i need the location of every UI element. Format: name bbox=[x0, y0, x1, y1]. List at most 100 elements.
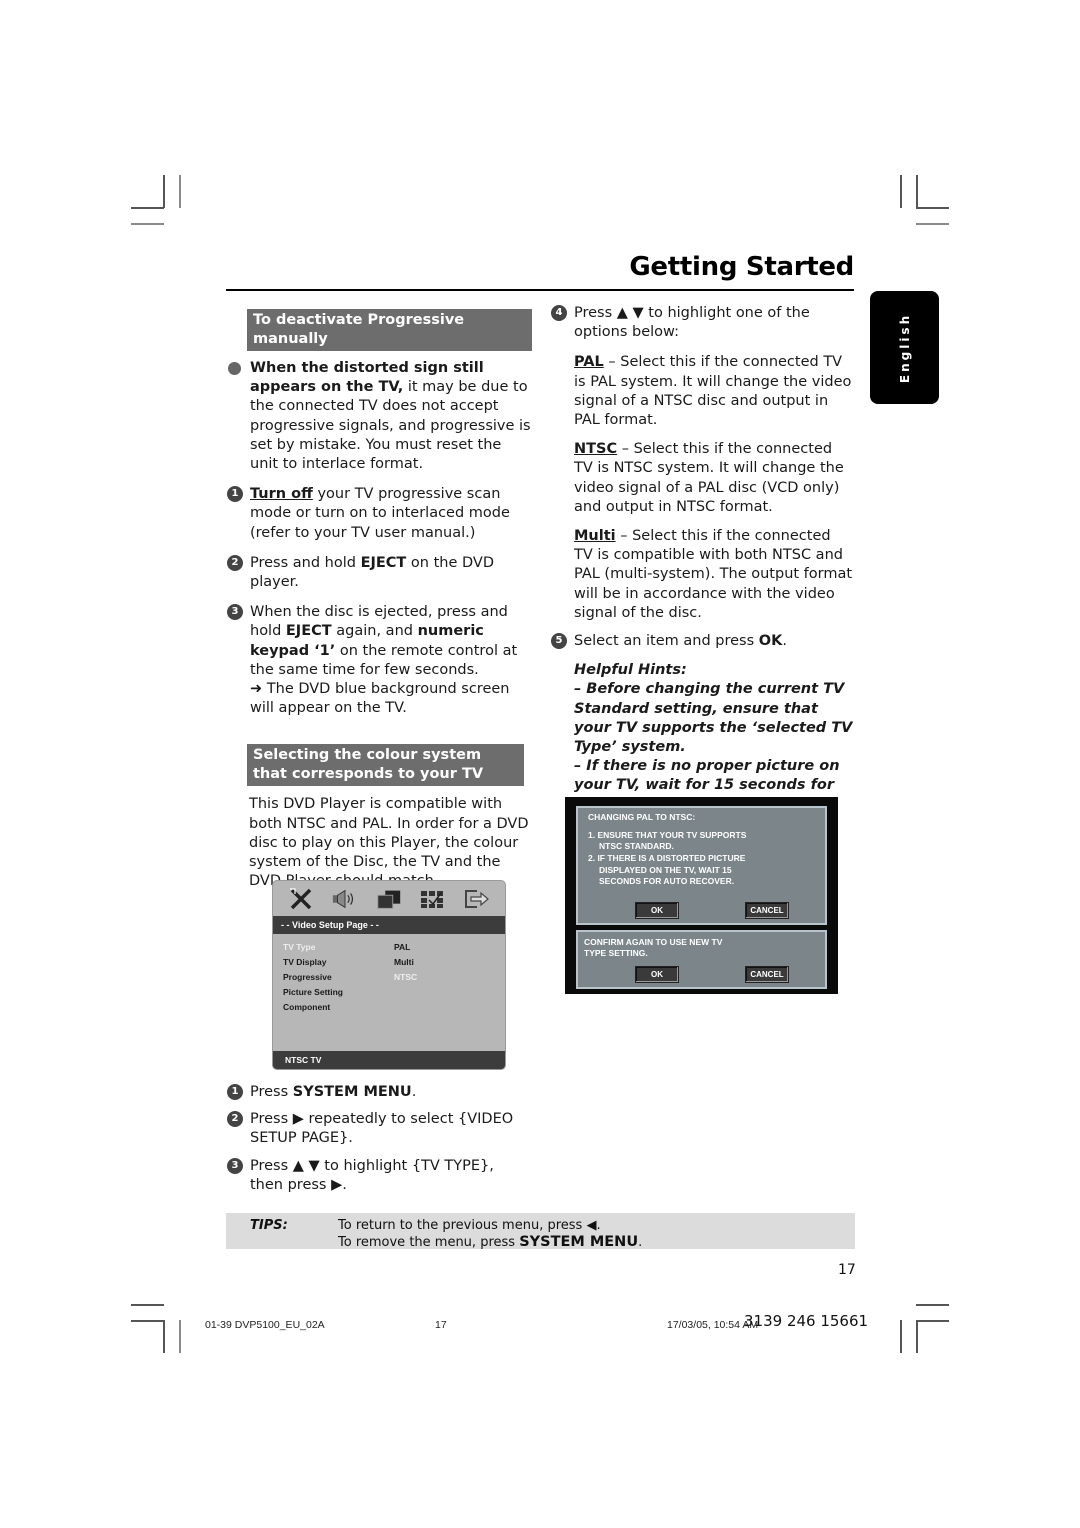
menu-row-progressive[interactable]: Progressive NTSC bbox=[283, 970, 505, 985]
option-description: – Select this if the connected TV is com… bbox=[574, 528, 853, 621]
video-setup-menu-screen: - - Video Setup Page - - TV Type PAL TV D… bbox=[272, 880, 506, 1070]
colour-system-steps: 1 Press SYSTEM MENU. 2 Press ▶ repeatedl… bbox=[227, 1083, 517, 1195]
step-text: Press ▶ repeatedly to select {VIDEO SETU… bbox=[250, 1111, 514, 1147]
dialog-line: 2. IF THERE IS A DISTORTED PICTURE bbox=[588, 853, 746, 863]
colour-system-intro: This DVD Player is compatible with both … bbox=[249, 796, 529, 890]
cancel-button[interactable]: CANCEL bbox=[745, 902, 789, 919]
ok-text: OK bbox=[758, 633, 783, 650]
step-number-icon: 1 bbox=[227, 486, 243, 503]
menu-row-value: NTSC bbox=[394, 972, 418, 982]
crop-mark bbox=[916, 1304, 949, 1306]
step-1-system-menu: 1 Press SYSTEM MENU. bbox=[227, 1083, 517, 1102]
video-icon bbox=[375, 887, 403, 911]
dialog-line: TYPE SETTING. bbox=[584, 948, 648, 958]
step-number-icon: 2 bbox=[227, 554, 243, 571]
menu-status-footer: NTSC TV bbox=[273, 1051, 505, 1069]
system-menu-text: SYSTEM MENU bbox=[292, 1084, 412, 1100]
crop-mark bbox=[131, 207, 164, 209]
result-arrow-icon: ➜ bbox=[250, 681, 263, 698]
crop-mark bbox=[179, 175, 181, 208]
step-3-tv-type: 3 Press ▲ ▼ to highlight {TV TYPE}, then… bbox=[227, 1157, 517, 1195]
menu-row-value: Multi bbox=[394, 957, 414, 967]
menu-icon-bar bbox=[273, 881, 505, 916]
system-menu-text: SYSTEM MENU bbox=[519, 1234, 639, 1250]
eject-text: EJECT bbox=[360, 554, 407, 571]
step-text: again, and bbox=[331, 623, 418, 640]
crop-mark bbox=[916, 223, 949, 225]
crop-mark bbox=[179, 1320, 181, 1353]
menu-row-label: Picture Setting bbox=[283, 987, 343, 997]
option-description: – Select this if the connected TV is PAL… bbox=[574, 354, 852, 429]
step-text: Press bbox=[250, 1084, 293, 1100]
part-number: 3139 246 15661 bbox=[744, 1312, 869, 1330]
option-pal: PAL – Select this if the connected TV is… bbox=[551, 353, 853, 430]
eject-text: EJECT bbox=[285, 623, 332, 640]
option-name: NTSC bbox=[574, 441, 618, 458]
option-ntsc: NTSC – Select this if the connected TV i… bbox=[551, 440, 853, 517]
crop-mark bbox=[131, 1304, 164, 1306]
step-text: . bbox=[782, 633, 787, 650]
footer-page: 17 bbox=[435, 1319, 447, 1331]
dialog-line: 1. ENSURE THAT YOUR TV SUPPORTS bbox=[588, 830, 747, 840]
menu-row-label: TV Display bbox=[283, 957, 327, 967]
step-number-icon: 2 bbox=[227, 1111, 243, 1128]
turn-off-text: Turn off bbox=[250, 486, 313, 503]
tips-line-text: . bbox=[638, 1235, 643, 1250]
page-number: 17 bbox=[838, 1262, 856, 1278]
dialog-panel-confirm: CONFIRM AGAIN TO USE NEW TV TYPE SETTING… bbox=[576, 930, 827, 989]
tips-text: To return to the previous menu, press ◀.… bbox=[338, 1217, 642, 1251]
step-1-turn-off: 1 Turn off your TV progressive scan mode… bbox=[227, 485, 532, 543]
menu-row-component[interactable]: Component bbox=[283, 1000, 505, 1015]
crop-mark bbox=[900, 175, 902, 208]
option-name: Multi bbox=[574, 528, 616, 545]
confirm-cancel-button[interactable]: CANCEL bbox=[745, 966, 789, 983]
tips-bar: TIPS: To return to the previous menu, pr… bbox=[226, 1213, 855, 1251]
step-number-icon: 1 bbox=[227, 1084, 243, 1100]
tips-label: TIPS: bbox=[250, 1218, 288, 1233]
crop-mark bbox=[163, 1320, 165, 1353]
step-number-icon: 3 bbox=[227, 1157, 243, 1174]
language-label: English bbox=[897, 312, 912, 383]
menu-row-picture-setting[interactable]: Picture Setting bbox=[283, 985, 505, 1000]
step-text: Press and hold bbox=[250, 554, 361, 571]
crop-mark bbox=[163, 175, 165, 208]
helpful-hints: Helpful Hints: – Before changing the cur… bbox=[551, 661, 853, 815]
menu-row-label: TV Type bbox=[283, 942, 316, 952]
hints-title: Helpful Hints: bbox=[574, 662, 687, 679]
menu-row-tv-type[interactable]: TV Type PAL bbox=[283, 940, 505, 955]
right-column: 4 Press ▲ ▼ to highlight one of the opti… bbox=[551, 304, 853, 815]
title-rule bbox=[226, 289, 854, 291]
dialog-title: CHANGING PAL TO NTSC: bbox=[588, 812, 696, 822]
crop-mark bbox=[916, 175, 918, 208]
crop-mark bbox=[916, 1320, 949, 1322]
step-5-press-ok: 5 Select an item and press OK. bbox=[551, 632, 853, 651]
dialog-line: DISPLAYED ON THE TV, WAIT 15 bbox=[599, 865, 732, 875]
step-number-icon: 3 bbox=[227, 604, 243, 621]
footer-file-name: 01-39 DVP5100_EU_02A bbox=[205, 1319, 325, 1331]
language-tab: English bbox=[870, 291, 939, 404]
bullet-distorted-sign: When the distorted sign still appears on… bbox=[227, 359, 532, 474]
ok-button[interactable]: OK bbox=[635, 902, 679, 919]
hint-item: – Before changing the current TV Standar… bbox=[574, 681, 853, 756]
crop-mark bbox=[131, 223, 164, 225]
crop-mark bbox=[131, 1320, 164, 1322]
step-2-video-setup: 2 Press ▶ repeatedly to select {VIDEO SE… bbox=[227, 1110, 517, 1148]
speaker-icon bbox=[331, 887, 359, 911]
confirm-ok-button[interactable]: OK bbox=[635, 966, 679, 983]
menu-row-tv-display[interactable]: TV Display Multi bbox=[283, 955, 505, 970]
step-2-eject: 2 Press and hold EJECT on the DVD player… bbox=[227, 554, 532, 592]
dialog-line: SECONDS FOR AUTO RECOVER. bbox=[599, 876, 735, 886]
tools-icon bbox=[287, 887, 315, 911]
step-text: Press ▲ ▼ to highlight one of the option… bbox=[574, 305, 810, 341]
step-text: . bbox=[411, 1084, 417, 1100]
crop-mark bbox=[916, 207, 949, 209]
step-text: Press ▲ ▼ to highlight {TV TYPE}, then p… bbox=[250, 1157, 494, 1193]
left-column: To deactivate Progressive manually When … bbox=[227, 309, 532, 891]
preference-icon bbox=[419, 887, 447, 911]
option-multi: Multi – Select this if the connected TV … bbox=[551, 527, 853, 623]
menu-row-label: Progressive bbox=[283, 972, 332, 982]
bullet-icon bbox=[228, 362, 241, 375]
step-3-numeric-keypad: 3 When the disc is ejected, press and ho… bbox=[227, 603, 532, 718]
step-number-icon: 5 bbox=[551, 633, 567, 650]
option-name: PAL bbox=[574, 354, 604, 371]
